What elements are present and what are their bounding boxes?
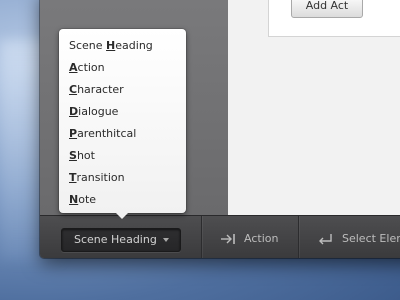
document-page: Add Act: [268, 0, 400, 37]
menu-item-note[interactable]: Note: [59, 189, 186, 211]
return-action-hint: Select Element: [318, 230, 400, 248]
tab-action-hint: Action: [220, 230, 278, 248]
toolbar-divider: [298, 216, 299, 258]
menu-item-dialogue[interactable]: Dialogue: [59, 101, 186, 123]
menu-item-scene-heading[interactable]: Scene Heading: [59, 35, 186, 57]
chevron-down-icon: [163, 238, 169, 242]
bottom-toolbar: Scene Heading Action Select Element: [40, 215, 400, 258]
add-act-button[interactable]: Add Act: [291, 0, 363, 18]
element-type-menu: Scene Heading Action Character Dialogue …: [59, 29, 186, 219]
tab-arrow-icon: [221, 234, 235, 244]
menu-item-character[interactable]: Character: [59, 79, 186, 101]
menu-item-parenthetical[interactable]: Parenthitcal: [59, 123, 186, 145]
menu-item-transition[interactable]: Transition: [59, 167, 186, 189]
document-area: Add Act: [228, 0, 400, 215]
menu-item-shot[interactable]: Shot: [59, 145, 186, 167]
element-type-label: Scene Heading: [74, 233, 157, 246]
menu-item-action[interactable]: Action: [59, 57, 186, 79]
element-type-select[interactable]: Scene Heading: [61, 228, 181, 252]
return-arrow-icon: [319, 234, 332, 245]
popover-arrow: [116, 213, 128, 219]
toolbar-divider: [201, 216, 202, 258]
tab-action-label: Action: [244, 232, 279, 245]
return-action-label: Select Element: [342, 232, 400, 245]
